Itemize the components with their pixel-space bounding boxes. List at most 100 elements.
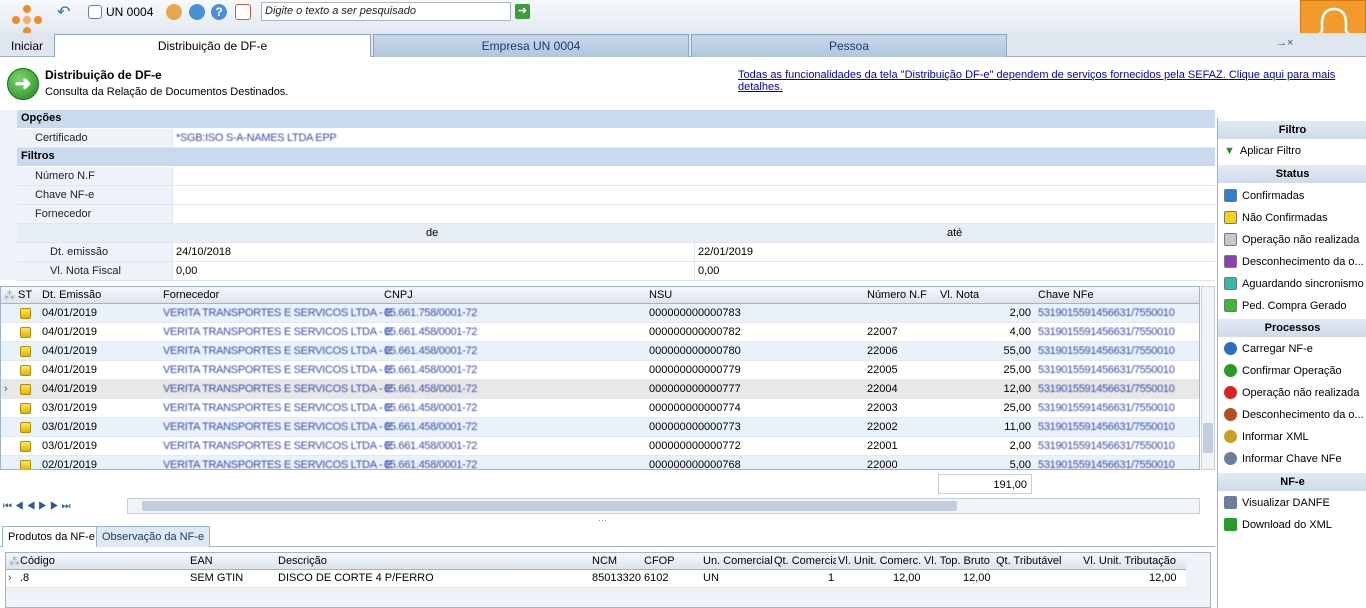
calendar-icon[interactable] bbox=[235, 3, 251, 21]
col-key[interactable]: Chave NFe bbox=[1038, 289, 1094, 301]
value-to-field[interactable]: 0,00 bbox=[694, 262, 1215, 280]
start-button[interactable]: Iniciar bbox=[11, 39, 43, 53]
date-from-field[interactable]: 24/10/2018 bbox=[172, 243, 694, 261]
status-filter-item[interactable]: Ped. Compra Gerado bbox=[1224, 299, 1347, 312]
grid-row[interactable]: 03/01/2019 VERITA TRANSPORTES E SERVICOS … bbox=[1, 437, 1199, 456]
cell-un: UN bbox=[703, 572, 719, 584]
col-value[interactable]: Vl. Nota bbox=[940, 289, 979, 301]
sync-icon[interactable] bbox=[189, 3, 205, 21]
grid-row[interactable]: 04/01/2019 VERITA TRANSPORTES E SERVICOS … bbox=[1, 342, 1199, 361]
status-filter-item[interactable]: Aguardando sincronismo bbox=[1224, 277, 1364, 290]
cell-nf: 22001 bbox=[867, 440, 898, 452]
nfe-key-field[interactable] bbox=[172, 186, 1215, 204]
products-grid: ⁂ Código EAN Descrição NCM CFOP Un. Come… bbox=[5, 552, 1211, 608]
status-filter-item[interactable]: Desconhecimento da o... bbox=[1224, 255, 1364, 268]
process-action-button[interactable]: Operação não realizada bbox=[1224, 386, 1359, 399]
app-logo[interactable] bbox=[10, 3, 44, 37]
grid-row[interactable]: 02/01/2019 VERITA TRANSPORTES E SERVICOS … bbox=[1, 456, 1199, 470]
cell-nsu: 000000000000779 bbox=[649, 364, 741, 376]
process-action-button[interactable]: Informar Chave NFe bbox=[1224, 452, 1342, 465]
grid-row[interactable]: 04/01/2019 VERITA TRANSPORTES E SERVICOS … bbox=[1, 304, 1199, 323]
cell-nf: 22000 bbox=[867, 459, 898, 470]
status-filter-item[interactable]: Não Confirmadas bbox=[1224, 211, 1328, 224]
close-tabs-icon[interactable]: →× bbox=[1276, 37, 1293, 49]
nfe-action-button[interactable]: Download do XML bbox=[1224, 518, 1332, 531]
grid-nav-icons[interactable]: ⏮ ◀ ◀ ▶ ▶ ⏭ bbox=[3, 501, 71, 512]
tab-pessoa[interactable]: Pessoa bbox=[691, 34, 1007, 57]
cell-nf: 22002 bbox=[867, 421, 898, 433]
cell-nsu: 000000000000782 bbox=[649, 326, 741, 338]
search-input[interactable]: Digite o texto a ser pesquisado bbox=[261, 2, 511, 21]
col-ean[interactable]: EAN bbox=[190, 555, 213, 567]
cell-vl-bruto: 12,00 bbox=[963, 572, 991, 584]
value-from-field[interactable]: 0,00 bbox=[172, 262, 694, 280]
process-action-button[interactable]: Informar XML bbox=[1224, 430, 1309, 443]
products-settings-icon[interactable]: ⁂ bbox=[9, 555, 20, 568]
col-nsu[interactable]: NSU bbox=[649, 289, 672, 301]
cell-cnpj: 05.661.458/0001-72 bbox=[384, 402, 478, 414]
col-cfop[interactable]: CFOP bbox=[644, 555, 675, 567]
status-filter-item[interactable]: Operação não realizada bbox=[1224, 233, 1359, 246]
grid-settings-icon[interactable]: ⁂ bbox=[4, 289, 15, 302]
col-codigo[interactable]: Código bbox=[20, 555, 55, 567]
cell-vl-trib: 12,00 bbox=[1149, 572, 1177, 584]
status-checkbox-icon[interactable] bbox=[1224, 299, 1237, 312]
grid-row[interactable]: 04/01/2019 VERITA TRANSPORTES E SERVICOS … bbox=[1, 323, 1199, 342]
col-un-comercial[interactable]: Un. Comercial bbox=[703, 555, 773, 567]
col-cnpj[interactable]: CNPJ bbox=[384, 289, 413, 301]
grid-row[interactable]: 04/01/2019 VERITA TRANSPORTES E SERVICOS … bbox=[1, 361, 1199, 380]
tab-products[interactable]: Produtos da NF-e bbox=[2, 526, 101, 547]
nfe-label: Download do XML bbox=[1242, 518, 1332, 531]
unit-button[interactable]: UN 0004 bbox=[88, 3, 153, 21]
grid-row[interactable]: 03/01/2019 VERITA TRANSPORTES E SERVICOS … bbox=[1, 399, 1199, 418]
col-vl-unit[interactable]: Vl. Unit. Comerc. bbox=[838, 555, 921, 567]
col-supplier[interactable]: Fornecedor bbox=[163, 289, 219, 301]
undo-icon[interactable]: ↶ bbox=[57, 3, 70, 21]
tab-empresa[interactable]: Empresa UN 0004 bbox=[373, 34, 689, 57]
cell-date: 04/01/2019 bbox=[42, 364, 98, 376]
sefaz-info-link[interactable]: Todas as funcionalidades da tela "Distri… bbox=[738, 69, 1366, 93]
col-qt-trib[interactable]: Qt. Tributável bbox=[996, 555, 1061, 567]
process-action-button[interactable]: Confirmar Operação bbox=[1224, 364, 1342, 377]
certificate-field[interactable]: *SGB:ISO S-A-NAMES LTDA EPP bbox=[172, 129, 1215, 147]
col-qt-comercial[interactable]: Qt. Comercial bbox=[774, 555, 836, 567]
status-checkbox-icon[interactable] bbox=[1224, 233, 1237, 246]
users-icon[interactable] bbox=[166, 3, 182, 21]
xml-icon bbox=[1224, 430, 1237, 443]
help-icon[interactable]: ? bbox=[211, 3, 227, 21]
certificate-row: Certificado *SGB:ISO S-A-NAMES LTDA EPP bbox=[17, 129, 1215, 148]
process-action-button[interactable]: Carregar NF-e bbox=[1224, 342, 1313, 355]
status-checkbox-icon[interactable] bbox=[1224, 277, 1237, 290]
nf-number-field[interactable] bbox=[172, 167, 1215, 185]
cell-vl-unit: 12,00 bbox=[893, 572, 921, 584]
status-not-confirmed-icon bbox=[20, 422, 31, 433]
col-descricao[interactable]: Descrição bbox=[278, 555, 327, 567]
grid-row[interactable]: › 04/01/2019 VERITA TRANSPORTES E SERVICOS… bbox=[1, 380, 1199, 399]
process-action-button[interactable]: Desconhecimento da o... bbox=[1224, 408, 1364, 421]
grid-vertical-scrollbar[interactable] bbox=[1201, 286, 1215, 470]
col-vl-bruto[interactable]: Vl. Top. Bruto bbox=[924, 555, 990, 567]
col-vl-trib[interactable]: Vl. Unit. Tributação bbox=[1083, 555, 1176, 567]
tab-distribuicao[interactable]: Distribuição de DF-e bbox=[54, 34, 371, 57]
apply-filter-button[interactable]: ▼ Aplicar Filtro bbox=[1224, 145, 1301, 157]
col-date[interactable]: Dt. Emissão bbox=[42, 289, 101, 301]
grid-row[interactable]: 03/01/2019 VERITA TRANSPORTES E SERVICOS … bbox=[1, 418, 1199, 437]
col-ncm[interactable]: NCM bbox=[592, 555, 617, 567]
status-checkbox-icon[interactable] bbox=[1224, 211, 1237, 224]
tab-observation[interactable]: Observação da NF-e bbox=[96, 526, 211, 547]
col-nf[interactable]: Número N.F bbox=[867, 289, 927, 301]
search-go-icon[interactable]: ➔ bbox=[515, 4, 530, 19]
status-filter-item[interactable]: Confirmadas bbox=[1224, 189, 1304, 202]
status-checkbox-icon[interactable] bbox=[1224, 189, 1237, 202]
col-st[interactable]: ST bbox=[18, 289, 32, 301]
cell-cfop: 6102 bbox=[644, 572, 669, 584]
funnel-icon: ▼ bbox=[1224, 145, 1235, 157]
grid-horizontal-scrollbar[interactable] bbox=[127, 498, 1200, 514]
status-checkbox-icon[interactable] bbox=[1224, 255, 1237, 268]
product-row[interactable]: › .8 SEM GTIN DISCO DE CORTE 4 P/FERRO 8… bbox=[6, 570, 1186, 588]
nfe-action-button[interactable]: Visualizar DANFE bbox=[1224, 496, 1330, 509]
supplier-field[interactable] bbox=[172, 205, 1215, 223]
cell-date: 04/01/2019 bbox=[42, 345, 98, 357]
date-to-field[interactable]: 22/01/2019 bbox=[694, 243, 1215, 261]
cell-value: 2,00 bbox=[1009, 307, 1031, 319]
